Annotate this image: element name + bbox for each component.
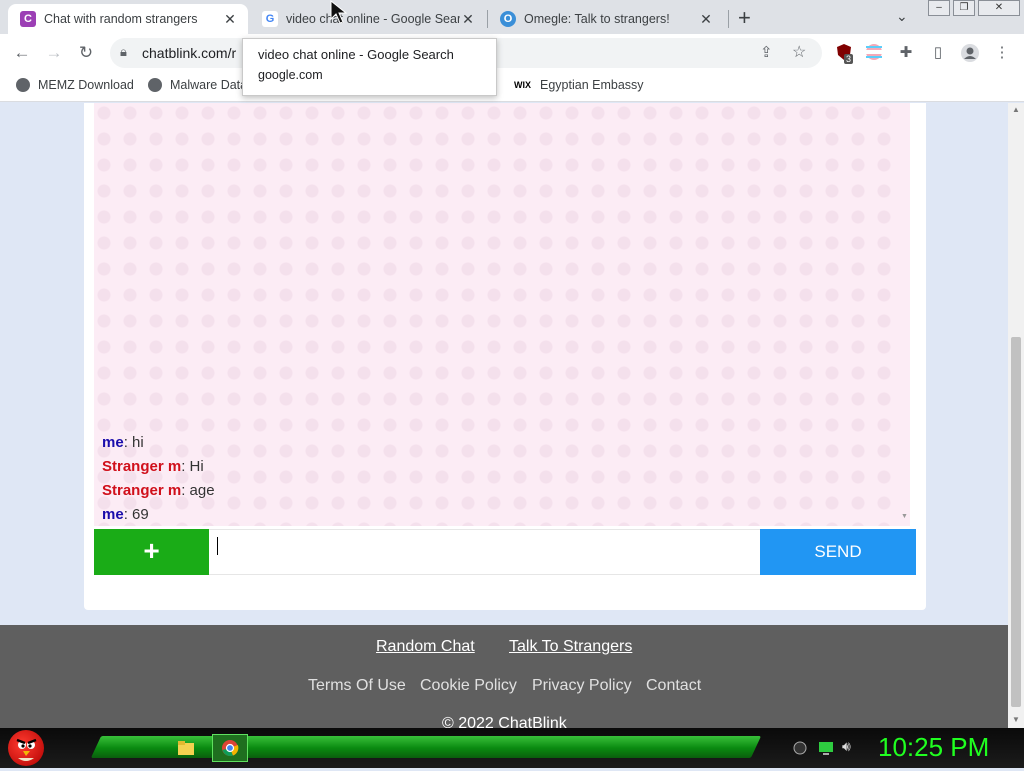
send-button[interactable]: SEND [760, 529, 916, 575]
extension-badge: 3 [844, 54, 854, 64]
chatblink-favicon-icon: C [20, 11, 36, 27]
browser-toolbar: ← → ↻ 🔒︎ chatblink.com/r ⇪ ☆ 3 ✚ ▯ ⋮ [0, 34, 1024, 72]
scroll-up-arrow-icon[interactable]: ▲ [1012, 105, 1020, 114]
bookmark-memz[interactable]: MEMZ Download [16, 78, 134, 92]
start-button-angry-bird-icon[interactable] [8, 730, 44, 766]
page-scrollbar[interactable]: ▲ ▼ [1008, 103, 1024, 728]
lock-icon: 🔒︎ [120, 44, 127, 59]
message-sender: me [102, 434, 124, 451]
menu-kebab-icon[interactable]: ⋮ [992, 43, 1012, 63]
back-arrow-icon[interactable]: ← [10, 41, 34, 65]
google-favicon-icon: G [262, 11, 278, 27]
minimize-window-icon[interactable]: – [928, 0, 950, 16]
scrollbar-thumb[interactable] [1011, 337, 1021, 707]
chat-message: Stranger m: Hi [102, 458, 204, 475]
globe-icon [16, 78, 30, 92]
taskbar: 🔊︎ 10:25 PM [0, 728, 1024, 768]
bookmark-star-icon[interactable]: ☆ [792, 42, 806, 62]
message-sender: Stranger m [102, 458, 182, 475]
chat-scrollbar[interactable]: ▼ [900, 103, 910, 526]
extensions-puzzle-icon[interactable]: ✚ [896, 43, 916, 63]
tab-search-icon[interactable]: ⌄ [896, 8, 908, 25]
message-input[interactable] [209, 529, 760, 575]
tab-title: Chat with random strangers [44, 12, 198, 26]
bookmark-label: Egyptian Embassy [540, 78, 644, 92]
mouse-cursor-icon [330, 0, 352, 29]
tab-hover-tooltip: video chat online - Google Search google… [242, 38, 497, 96]
volume-icon[interactable]: 🔊︎ [842, 738, 858, 754]
bookmark-malware-data[interactable]: Malware Data [148, 78, 247, 92]
chat-message: Stranger m: age [102, 482, 215, 499]
side-panel-icon[interactable]: ▯ [928, 43, 948, 63]
message-text: : 69 [123, 506, 149, 523]
tooltip-domain: google.com [258, 68, 323, 82]
copyright-text: © 2022 ChatBlink [442, 715, 567, 728]
tab-omegle[interactable]: O Omegle: Talk to strangers! ✕ [488, 4, 724, 34]
footer-link-cookie-policy[interactable]: Cookie Policy [420, 677, 517, 695]
close-tab-icon[interactable]: ✕ [698, 11, 714, 28]
scroll-down-arrow-icon[interactable]: ▼ [901, 513, 908, 520]
new-tab-button[interactable]: + [738, 5, 751, 31]
network-icon[interactable] [818, 740, 834, 756]
bookmark-egyptian-embassy[interactable]: WIX Egyptian Embassy [514, 78, 644, 92]
footer-link-contact[interactable]: Contact [646, 677, 701, 695]
profile-avatar-icon[interactable] [960, 43, 980, 63]
url-text: chatblink.com/r [142, 45, 237, 61]
footer-link-random-chat[interactable]: Random Chat [376, 638, 475, 656]
tooltip-title: video chat online - Google Search [258, 47, 454, 62]
bookmark-label: Malware Data [170, 78, 248, 92]
add-attachment-button[interactable]: + [94, 529, 209, 575]
message-text: : Hi [181, 458, 204, 475]
chrome-taskbar-icon[interactable] [212, 734, 248, 762]
bookmark-label: MEMZ Download [38, 78, 134, 92]
text-caret [217, 537, 218, 555]
globe-icon [148, 78, 162, 92]
restore-window-icon[interactable]: ❐ [953, 0, 975, 16]
share-icon[interactable]: ⇪ [760, 43, 773, 61]
tray-app-icon[interactable] [792, 740, 808, 756]
tab-google-search[interactable]: G video chat online - Google Search ✕ [250, 4, 486, 34]
tab-title: video chat online - Google Search [286, 12, 460, 26]
message-sender: me [102, 506, 124, 523]
taskbar-clock[interactable]: 10:25 PM [878, 732, 989, 763]
forward-arrow-icon[interactable]: → [42, 41, 66, 65]
footer-link-privacy-policy[interactable]: Privacy Policy [532, 677, 632, 695]
footer-link-talk-to-strangers[interactable]: Talk To Strangers [509, 638, 632, 656]
tab-title: Omegle: Talk to strangers! [524, 12, 670, 26]
close-window-icon[interactable]: ✕ [978, 0, 1020, 16]
flag-extension-icon[interactable] [864, 43, 884, 63]
footer-link-terms[interactable]: Terms Of Use [308, 677, 406, 695]
site-footer: Random Chat Talk To Strangers Terms Of U… [0, 625, 1008, 728]
page-viewport: me: hi Stranger m: Hi Stranger m: age me… [0, 103, 1008, 728]
omegle-favicon-icon: O [500, 11, 516, 27]
bookmarks-bar: MEMZ Download Malware Data WIX Egyptian … [0, 72, 1024, 102]
scroll-down-arrow-icon[interactable]: ▼ [1012, 715, 1020, 724]
chat-message: me: hi [102, 434, 144, 451]
reload-icon[interactable]: ↻ [74, 41, 98, 65]
chat-card: me: hi Stranger m: Hi Stranger m: age me… [84, 103, 926, 610]
wix-icon: WIX [514, 80, 531, 90]
close-tab-icon[interactable]: ✕ [222, 11, 238, 28]
tab-chat[interactable]: C Chat with random strangers ✕ [8, 4, 248, 34]
chat-log[interactable]: me: hi Stranger m: Hi Stranger m: age me… [94, 103, 900, 526]
file-explorer-taskbar-icon[interactable] [168, 734, 204, 762]
message-sender: Stranger m [102, 482, 182, 499]
message-text: : hi [123, 434, 144, 451]
ublock-extension-icon[interactable]: 3 [834, 43, 854, 64]
chat-message: me: 69 [102, 506, 149, 523]
tab-divider [728, 10, 729, 28]
tab-strip: C Chat with random strangers ✕ G video c… [0, 0, 1024, 34]
message-text: : age [181, 482, 215, 499]
close-tab-icon[interactable]: ✕ [460, 11, 476, 28]
